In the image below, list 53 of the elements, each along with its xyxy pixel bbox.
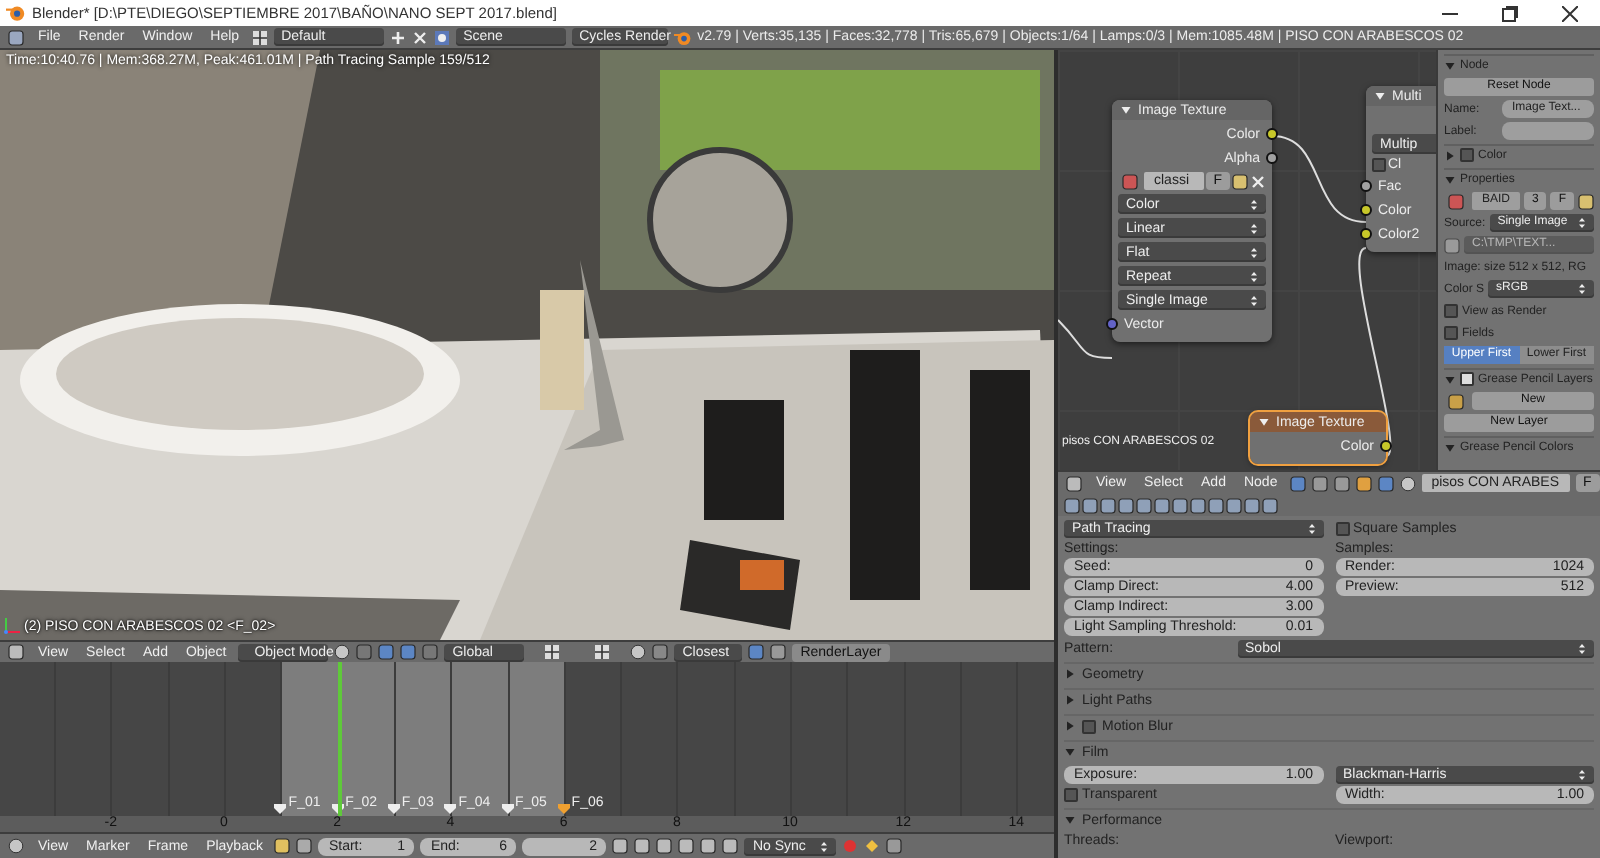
updown-arrows-icon (1250, 293, 1258, 307)
disclosure-triangle-icon[interactable] (1064, 668, 1076, 680)
blender-logo-icon (6, 4, 26, 22)
shading-sphere-icon[interactable] (334, 644, 351, 660)
blender-logo-icon (673, 29, 692, 45)
socket-icon[interactable] (1266, 128, 1278, 140)
updown-arrows-icon (1578, 216, 1586, 230)
disclosure-triangle-icon[interactable] (1444, 149, 1456, 161)
disclosure-triangle-icon[interactable] (1064, 720, 1076, 732)
collapse-icon[interactable] (1374, 90, 1386, 102)
disclosure-triangle-icon[interactable] (1064, 746, 1076, 758)
panel-checkbox[interactable] (1460, 372, 1474, 386)
axis-gizmo-icon (4, 616, 22, 634)
updown-arrows-icon (1578, 282, 1586, 296)
checkbox[interactable] (1335, 522, 1349, 536)
close-icon[interactable] (411, 29, 428, 45)
updown-arrows-icon (1578, 768, 1586, 782)
updown-arrows-icon (1250, 269, 1258, 283)
socket-icon[interactable] (1360, 228, 1372, 240)
panel-checkbox[interactable] (1082, 719, 1096, 733)
text-field[interactable] (1502, 122, 1594, 140)
restore-icon (1502, 5, 1518, 21)
disclosure-triangle-icon[interactable] (1444, 173, 1456, 185)
checkbox[interactable] (1444, 326, 1458, 340)
checkbox[interactable] (1064, 788, 1078, 802)
disclosure-triangle-icon[interactable] (1064, 694, 1076, 706)
socket-icon[interactable] (1360, 180, 1372, 192)
checkbox[interactable] (1444, 304, 1458, 318)
proportional-icon[interactable] (630, 644, 647, 660)
socket-icon[interactable] (1266, 152, 1278, 164)
panel-checkbox[interactable] (1460, 148, 1474, 162)
node-link (1058, 319, 1113, 359)
screen-layout-icon[interactable] (251, 29, 268, 45)
close-icon[interactable] (1250, 173, 1266, 189)
updown-arrows-icon (820, 839, 829, 853)
disclosure-triangle-icon[interactable] (1064, 814, 1076, 826)
collapse-icon[interactable] (1258, 416, 1270, 428)
updown-arrows-icon (1578, 642, 1586, 656)
socket-icon[interactable] (1360, 204, 1372, 216)
clamp-checkbox[interactable] (1372, 158, 1386, 172)
collapse-icon[interactable] (1120, 104, 1132, 116)
material-sphere-icon[interactable] (1399, 475, 1416, 491)
disclosure-triangle-icon[interactable] (1444, 59, 1456, 71)
updown-arrows-icon (1307, 522, 1315, 536)
socket-icon[interactable] (1380, 440, 1392, 452)
updown-arrows-icon (1250, 245, 1258, 259)
close-icon (1562, 5, 1578, 21)
updown-arrows-icon (1250, 221, 1258, 235)
add-icon[interactable] (389, 29, 406, 45)
disclosure-triangle-icon[interactable] (1444, 373, 1456, 385)
keyframe-icon[interactable] (864, 838, 881, 854)
updown-arrows-icon (1250, 197, 1258, 211)
disclosure-triangle-icon[interactable] (1444, 441, 1456, 453)
